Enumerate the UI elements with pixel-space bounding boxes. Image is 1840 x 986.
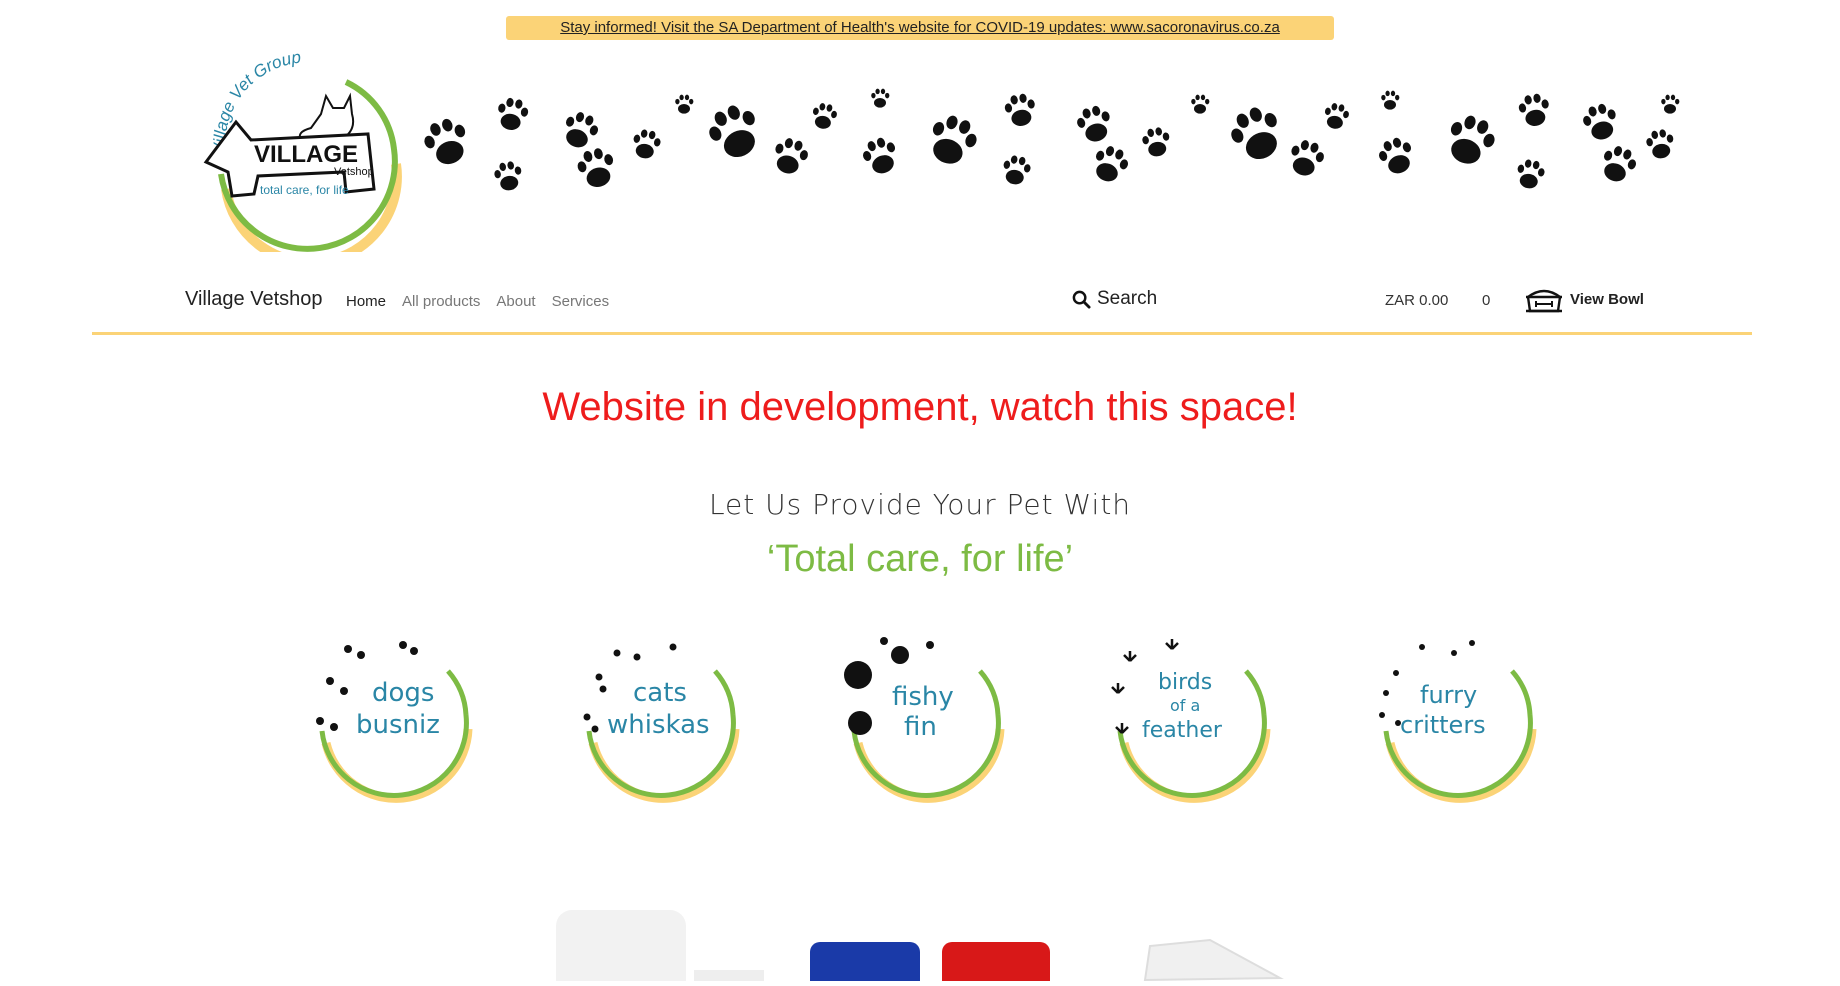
paw-print-icon [498, 97, 529, 130]
paw-print-icon [1583, 103, 1616, 140]
search-button[interactable]: Search [1072, 288, 1157, 310]
paw-print-icon [1661, 94, 1680, 114]
category-birds-line1: birds [1158, 670, 1212, 695]
logo-sub: Vetshop [334, 166, 374, 178]
pet-bowl-icon [1526, 289, 1562, 313]
nav-links: Home All products About Services [346, 293, 609, 310]
logo-name: VILLAGE [254, 141, 358, 168]
paw-print-icon [566, 112, 599, 148]
category-dogs-line2: busniz [356, 710, 440, 740]
paw-print-icon [1604, 146, 1637, 182]
category-fish[interactable]: fishy fin [840, 633, 1012, 805]
view-bowl-button[interactable]: View Bowl [1524, 283, 1644, 315]
navbar-brand[interactable]: Village Vetshop [185, 288, 323, 311]
product-bottle-blue[interactable] [810, 942, 920, 986]
paw-print-icon [1291, 140, 1324, 176]
paw-print-icon [1518, 93, 1549, 126]
paw-print-icon [775, 138, 808, 174]
category-fish-line2: fin [904, 712, 937, 742]
paw-print-icon [1379, 137, 1412, 174]
category-critters-line1: furry [1420, 681, 1477, 709]
tagline: ‘Total care, for life’ [766, 538, 1074, 580]
paw-print-icon [1324, 103, 1349, 129]
category-cats[interactable]: cats whiskas [575, 633, 747, 805]
paw-print-icon [1231, 107, 1277, 160]
product-bottle-red[interactable] [942, 942, 1050, 986]
paw-print-icon [1077, 105, 1110, 142]
paw-print-icon [1003, 155, 1031, 185]
subheading: Let Us Provide Your Pet With [708, 488, 1132, 521]
search-label: Search [1097, 288, 1158, 309]
paw-print-icon [424, 118, 466, 165]
covid-banner-link[interactable]: Stay informed! Visit the SA Department o… [560, 19, 1280, 36]
village-vet-logo[interactable]: Village Vet Group VILLAGE Vetshop total … [196, 44, 406, 268]
paw-prints-banner [400, 80, 1690, 200]
nav-home[interactable]: Home [346, 293, 386, 310]
paw-print-icon [1191, 94, 1210, 114]
search-icon [1072, 290, 1091, 309]
category-dogs[interactable]: dogs busniz [308, 633, 480, 805]
paw-print-icon [1517, 159, 1545, 189]
dev-notice-heading: Website in development, watch this space… [542, 385, 1298, 429]
product-bottle-white[interactable] [556, 910, 764, 986]
covid-banner: Stay informed! Visit the SA Department o… [506, 16, 1334, 40]
paw-print-icon [1096, 146, 1129, 182]
paw-print-icon [1004, 93, 1035, 126]
category-critters[interactable]: furry critters [1372, 633, 1544, 805]
nav-all-products[interactable]: All products [402, 293, 480, 310]
cart-count: 0 [1482, 292, 1491, 309]
featured-products [0, 900, 1840, 986]
product-spray-bottle[interactable] [1143, 938, 1284, 982]
cart-total: ZAR 0.00 [1385, 292, 1449, 309]
category-dogs-line1: dogs [372, 678, 434, 708]
category-birds-line2: of a [1170, 696, 1200, 715]
category-list: dogs busniz cats whiskas fishy fin birds… [0, 633, 1840, 813]
nav-about[interactable]: About [496, 293, 535, 310]
nav-services[interactable]: Services [552, 293, 610, 310]
category-cats-line1: cats [633, 678, 687, 708]
paw-print-icon [1142, 127, 1170, 157]
paw-print-icon [871, 88, 890, 108]
paw-print-icon [812, 103, 837, 129]
paw-print-icon [633, 129, 661, 159]
paw-print-icon [675, 94, 694, 114]
paw-print-icon [932, 115, 977, 164]
category-cats-line2: whiskas [607, 710, 710, 740]
paw-print-icon [494, 161, 522, 191]
category-critters-line2: critters [1400, 711, 1486, 739]
navbar: Village Vetshop Home All products About … [92, 275, 1752, 335]
category-birds-line3: feather [1142, 718, 1223, 743]
paw-print-icon [709, 105, 755, 158]
view-bowl-label: View Bowl [1570, 290, 1644, 308]
paw-print-icon [1381, 90, 1400, 110]
paw-print-icon [863, 137, 896, 174]
paw-print-icon [1646, 129, 1674, 159]
paw-print-icon [1450, 115, 1495, 164]
category-fish-line1: fishy [892, 682, 954, 712]
category-birds[interactable]: birds of a feather [1106, 633, 1278, 805]
paw-print-icon [577, 148, 614, 188]
logo-slogan: total care, for life [260, 183, 349, 197]
